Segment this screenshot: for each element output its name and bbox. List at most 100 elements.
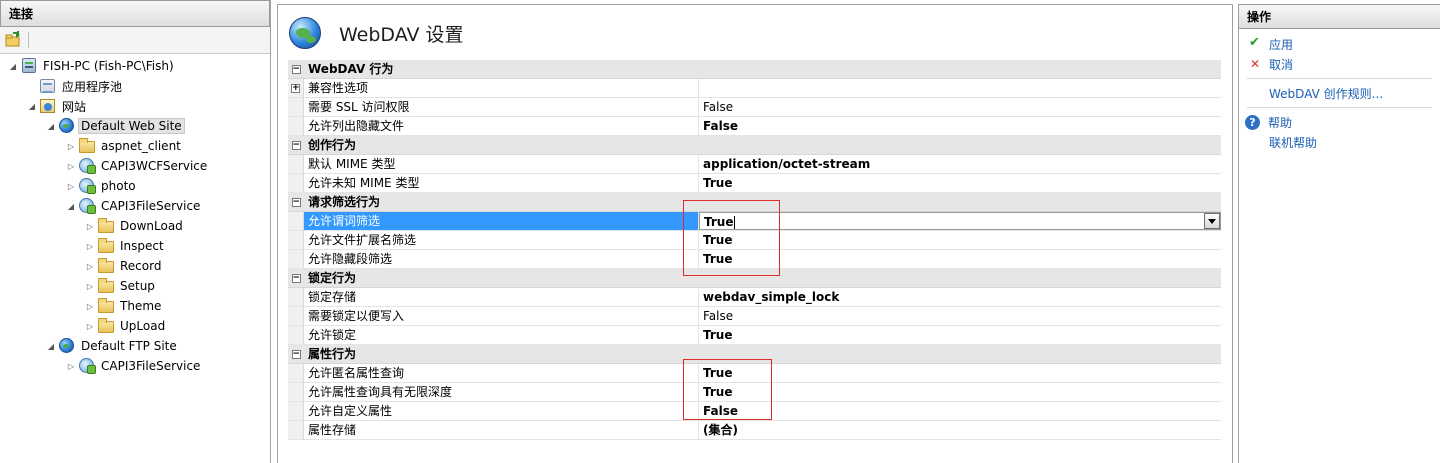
folder-icon [98,218,114,234]
collapse-box-icon[interactable]: − [291,140,301,150]
tree-node-sites[interactable]: ◢ 网站 [27,96,89,116]
tree-node-label: Inspect [120,239,164,253]
property-value[interactable]: True [699,364,1221,382]
collapse-arrow-icon[interactable]: ◢ [46,342,56,351]
expand-arrow-icon[interactable]: ▷ [66,142,76,151]
tree-node-default-ftp-site[interactable]: ◢ Default FTP Site [46,336,180,356]
tree-node-upload[interactable]: ▷ UpLoad [85,316,168,336]
globe-icon [59,118,75,134]
tree-node-label: UpLoad [120,319,166,333]
property-name: 兼容性选项 [304,79,699,97]
expand-box-icon[interactable]: + [291,83,300,93]
cancel-link[interactable]: 取消 [1239,54,1440,74]
actions-list: 应用 取消 WebDAV 创作规则... ? 帮助 联机帮助 [1239,29,1440,152]
dropdown-arrow-icon[interactable] [1204,213,1220,229]
property-name: 锁定存储 [304,288,699,306]
page-header: WebDAV 设置 [278,5,1232,61]
category-title: 锁定行为 [308,271,357,285]
row-allow-locks[interactable]: 允许锁定 True [288,326,1221,345]
tree-node-ftp-capi3fileservice[interactable]: ▷ CAPI3FileService [66,356,203,376]
actions-pane: 操作 应用 取消 WebDAV 创作规则... ? 帮助 联机帮助 [1238,4,1440,463]
feature-pane: WebDAV 设置 − WebDAV 行为 + 兼容性选项 需要 SSL 访问权… [277,4,1233,463]
collapse-arrow-icon[interactable]: ◢ [8,62,18,71]
collapse-box-icon[interactable]: − [291,273,301,283]
collapse-arrow-icon[interactable]: ◢ [66,202,76,211]
apply-link[interactable]: 应用 [1239,34,1440,54]
tree-node-label: photo [101,179,136,193]
tree-node-theme[interactable]: ▷ Theme [85,296,164,316]
property-value[interactable]: False [699,117,1221,135]
collapse-arrow-icon[interactable]: ◢ [46,122,56,131]
tree-node-server[interactable]: ◢ FISH-PC (Fish-PC\Fish) [8,56,177,76]
property-value[interactable]: False [699,98,1221,116]
authoring-rules-link[interactable]: WebDAV 创作规则... [1239,83,1440,103]
tree-node-aspnet-client[interactable]: ▷ aspnet_client [66,136,184,156]
property-name: 允许文件扩展名筛选 [304,231,699,249]
row-compat-options[interactable]: + 兼容性选项 [288,79,1221,98]
help-label: 帮助 [1268,115,1293,130]
property-value[interactable]: webdav_simple_lock [699,288,1221,306]
expand-arrow-icon[interactable]: ▷ [85,242,95,251]
property-name: 允许锁定 [304,326,699,344]
category-authoring[interactable]: − 创作行为 [288,136,1221,155]
property-value[interactable]: True [699,326,1221,344]
expand-arrow-icon[interactable]: ▷ [85,222,95,231]
cancel-icon [1245,56,1261,72]
online-help-label: 联机帮助 [1269,135,1318,150]
toolbar-separator [28,32,29,48]
property-name: 允许隐藏段筛选 [304,250,699,268]
tree-node-app-pools[interactable]: 应用程序池 [40,76,125,96]
category-title: WebDAV 行为 [308,62,394,76]
expand-arrow-icon[interactable]: ▷ [85,262,95,271]
property-value[interactable]: True [699,383,1221,401]
collapse-box-icon[interactable]: − [291,349,301,359]
folder-icon [79,138,95,154]
folder-icon [98,258,114,274]
row-lock-store[interactable]: 锁定存储 webdav_simple_lock [288,288,1221,307]
tree-node-record[interactable]: ▷ Record [85,256,164,276]
tree-node-inspect[interactable]: ▷ Inspect [85,236,167,256]
category-webdav-behavior[interactable]: − WebDAV 行为 [288,60,1221,79]
online-help-link[interactable]: 联机帮助 [1239,132,1440,152]
tree-node-photo[interactable]: ▷ photo [66,176,139,196]
tree-node-default-web-site[interactable]: ◢ Default Web Site [46,116,185,136]
expand-arrow-icon[interactable]: ▷ [85,302,95,311]
tree-node-label: 应用程序池 [62,79,123,94]
tree-node-label: CAPI3FileService [101,359,201,373]
property-value[interactable]: True [699,174,1221,192]
expand-arrow-icon[interactable]: ▷ [85,282,95,291]
property-value[interactable]: (集合) [699,421,1221,439]
tree-node-label: CAPI3WCFService [101,159,208,173]
row-require-lock[interactable]: 需要锁定以便写入 False [288,307,1221,326]
tree-node-label: 网站 [62,99,87,114]
tree-node-label: DownLoad [120,219,183,233]
row-property-store[interactable]: 属性存储 (集合) [288,421,1221,440]
connections-toolbar [0,27,270,54]
tree-node-download[interactable]: ▷ DownLoad [85,216,186,236]
row-allow-hidden-files[interactable]: 允许列出隐藏文件 False [288,117,1221,136]
property-value[interactable]: False [699,307,1221,325]
property-name: 允许自定义属性 [304,402,699,420]
tree-node-setup[interactable]: ▷ Setup [85,276,158,296]
property-value[interactable]: application/octet-stream [699,155,1221,173]
row-allow-unknown-mime[interactable]: 允许未知 MIME 类型 True [288,174,1221,193]
sites-icon [40,98,56,114]
expand-arrow-icon[interactable]: ▷ [66,162,76,171]
application-icon [79,198,96,214]
cancel-label: 取消 [1269,57,1294,72]
collapse-box-icon[interactable]: − [291,197,301,207]
app-pool-icon [40,78,56,94]
collapse-box-icon[interactable]: − [291,64,301,74]
row-require-ssl[interactable]: 需要 SSL 访问权限 False [288,98,1221,117]
help-link[interactable]: ? 帮助 [1239,112,1440,132]
tree-node-capi3fileservice[interactable]: ◢ CAPI3FileService [66,196,203,216]
expand-arrow-icon[interactable]: ▷ [66,362,76,371]
collapse-arrow-icon[interactable]: ◢ [27,102,37,111]
property-value[interactable]: False [699,402,1221,420]
row-default-mime[interactable]: 默认 MIME 类型 application/octet-stream [288,155,1221,174]
actions-header: 操作 [1239,4,1440,29]
tree-node-capi3wcfservice[interactable]: ▷ CAPI3WCFService [66,156,210,176]
expand-arrow-icon[interactable]: ▷ [85,322,95,331]
create-connection-icon[interactable] [4,31,22,49]
expand-arrow-icon[interactable]: ▷ [66,182,76,191]
